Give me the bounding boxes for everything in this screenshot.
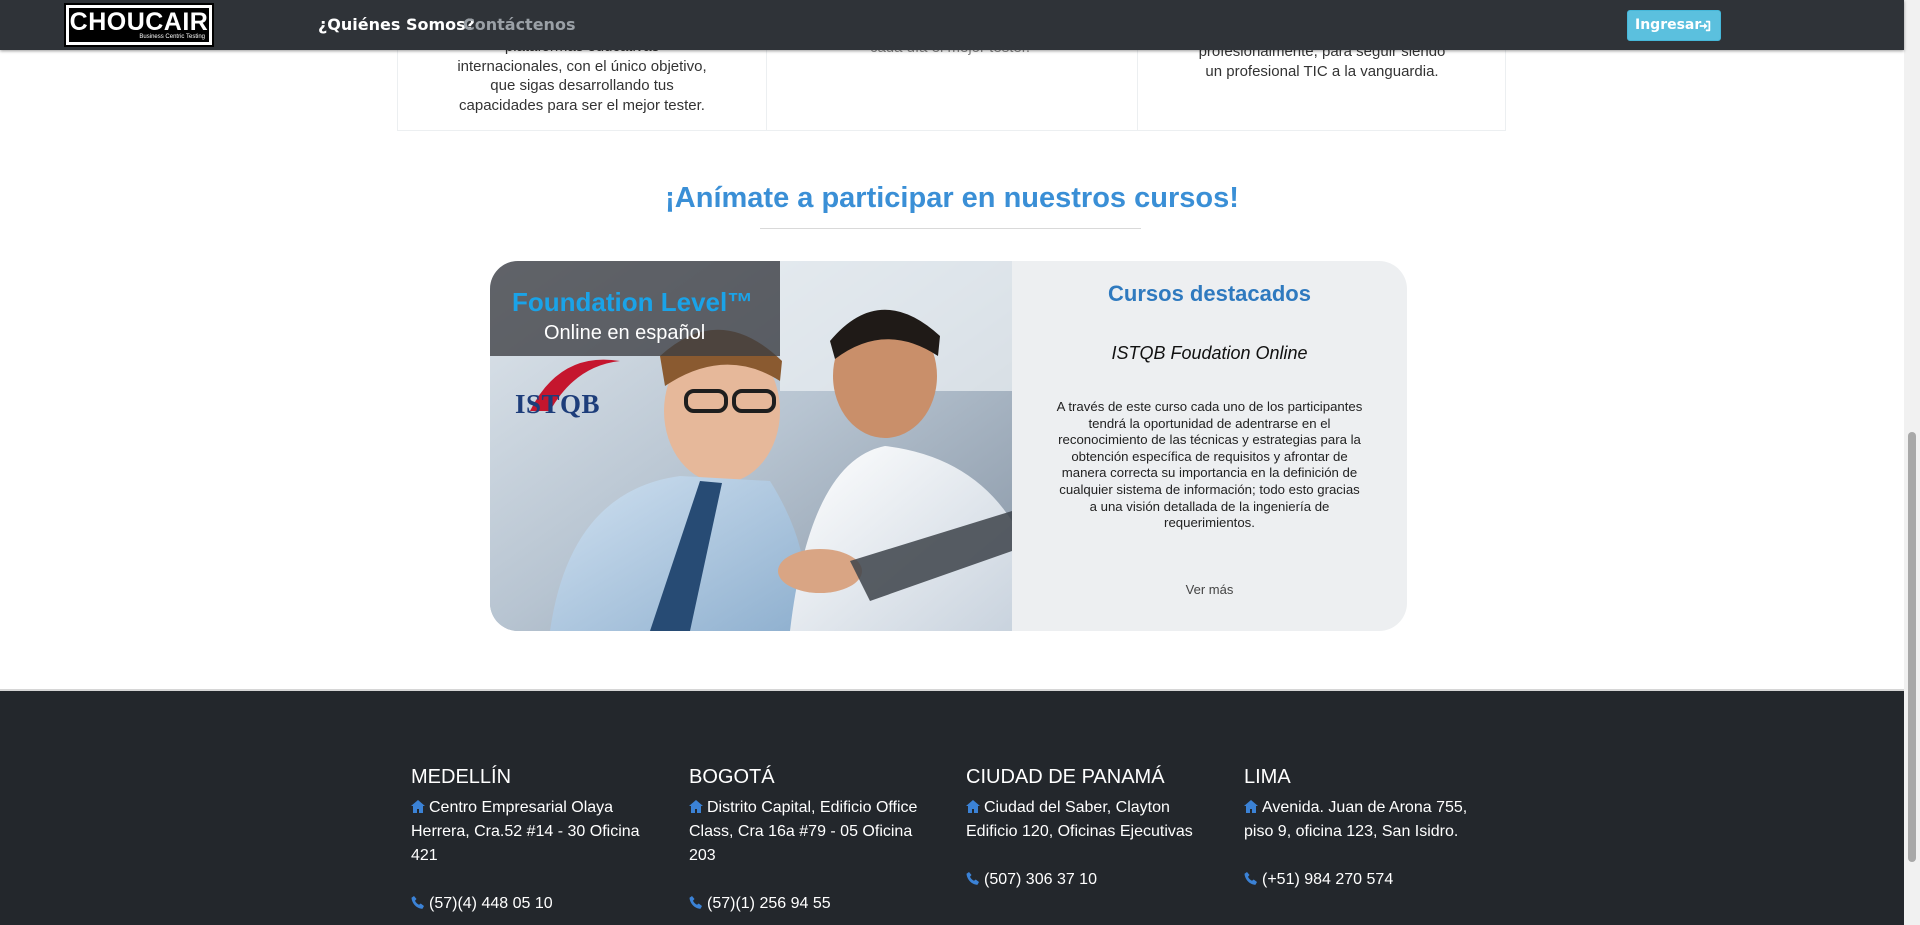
office-phone[interactable]: (+51) 984 270 574 bbox=[1244, 868, 1484, 892]
office-address-line: Centro Empresarial Olaya bbox=[411, 796, 651, 820]
logo-text: CHOUCAIR bbox=[69, 8, 209, 36]
choucair-logo[interactable]: CHOUCAIR Business Centric Testing bbox=[64, 3, 214, 47]
page-scrollbar[interactable] bbox=[1904, 0, 1920, 925]
nav-link-quienes-somos[interactable]: ¿Quiénes Somos? bbox=[318, 15, 475, 35]
description-line: a una visión detallada de la ingeniería … bbox=[1089, 498, 1330, 514]
office-address-line: Herrera, Cra.52 #14 - 30 Oficina bbox=[411, 823, 640, 840]
phone-icon bbox=[411, 896, 424, 909]
title-divider bbox=[760, 228, 1141, 229]
address-text: Ciudad del Saber, Clayton bbox=[984, 799, 1170, 816]
office-city: MEDELLÍN bbox=[411, 766, 512, 788]
description-line: manera correcta su importancia en la def… bbox=[1061, 465, 1358, 481]
see-more-link[interactable]: Ver más bbox=[1012, 581, 1407, 599]
office-address-line: Ciudad del Saber, Clayton bbox=[966, 796, 1206, 820]
office-lima: LIMA Avenida. Juan de Arona 755, piso 9,… bbox=[1244, 765, 1484, 892]
courses-section-title: ¡Anímate a participar en nuestros cursos… bbox=[665, 182, 1239, 214]
office-medellin: MEDELLÍN Centro Empresarial Olaya Herrer… bbox=[411, 765, 651, 916]
description-line: cualquier sistema de información; todo e… bbox=[1059, 481, 1360, 497]
phone-text: (+51) 984 270 574 bbox=[1262, 871, 1394, 888]
home-icon bbox=[966, 800, 980, 813]
login-button[interactable]: Ingresar bbox=[1627, 10, 1721, 41]
office-phone[interactable]: (507) 306 37 10 bbox=[966, 868, 1206, 892]
office-address-line: 421 bbox=[411, 847, 438, 864]
description-line: reconocimiento de las técnicas y estrate… bbox=[1058, 432, 1361, 448]
footer: MEDELLÍN Centro Empresarial Olaya Herrer… bbox=[0, 689, 1904, 925]
phone-icon bbox=[966, 872, 979, 885]
phone-text: (57)(1) 256 94 55 bbox=[707, 895, 831, 912]
course-image-banner: Foundation Level™ Online en español bbox=[490, 261, 780, 356]
office-city: BOGOTÁ bbox=[689, 766, 775, 788]
address-text: Distrito Capital, Edificio Office bbox=[707, 799, 918, 816]
office-phone[interactable]: (57)(4) 448 05 10 bbox=[411, 892, 651, 916]
logo-background: CHOUCAIR Business Centric Testing bbox=[69, 8, 209, 42]
foundation-level-subtitle: Online en español bbox=[544, 322, 706, 344]
card-line: un profesional TIC a la vanguardia. bbox=[1205, 62, 1439, 80]
featured-course-card: Foundation Level™ Online en español ISTQ… bbox=[490, 261, 1407, 631]
home-icon bbox=[1244, 800, 1258, 813]
foundation-level-title: Foundation Level™ bbox=[512, 287, 754, 317]
office-panama: CIUDAD DE PANAMÁ Ciudad del Saber, Clayt… bbox=[966, 765, 1206, 892]
course-info-panel: Cursos destacados ISTQB Foudation Online… bbox=[1012, 261, 1407, 631]
scrollbar-thumb[interactable] bbox=[1908, 432, 1916, 862]
description-line: tendrá la oportunidad de adentrarse en e… bbox=[1088, 415, 1331, 431]
office-phone[interactable]: (57)(1) 256 94 55 bbox=[689, 892, 929, 916]
office-city: CIUDAD DE PANAMÁ bbox=[966, 766, 1165, 788]
phone-text: (507) 306 37 10 bbox=[984, 871, 1097, 888]
nav-link-contactenos[interactable]: Contáctenos bbox=[463, 15, 575, 35]
office-address-line: Class, Cra 16a #79 - 05 Oficina 203 bbox=[689, 823, 913, 864]
home-icon bbox=[689, 800, 703, 813]
istqb-logo: ISTQB bbox=[515, 389, 601, 419]
phone-text: (57)(4) 448 05 10 bbox=[429, 895, 553, 912]
logo-tagline: Business Centric Testing bbox=[139, 34, 205, 40]
office-city: LIMA bbox=[1244, 766, 1291, 788]
description-line: A través de este curso cada uno de los p… bbox=[1056, 399, 1363, 414]
card-line: internacionales, con el único objetivo, bbox=[457, 57, 707, 75]
address-text: Avenida. Juan de Arona 755, bbox=[1262, 799, 1468, 816]
office-address-line: piso 9, oficina 123, San Isidro. bbox=[1244, 823, 1459, 840]
phone-icon bbox=[1244, 872, 1257, 885]
home-icon bbox=[411, 800, 425, 813]
card-line: capacidades para ser el mejor tester. bbox=[459, 96, 705, 114]
description-line: obtención específica de requisitos y afr… bbox=[1071, 448, 1348, 464]
office-address-line: Distrito Capital, Edificio Office bbox=[689, 796, 929, 820]
sign-in-icon bbox=[1699, 20, 1711, 32]
phone-icon bbox=[689, 896, 702, 909]
course-name: ISTQB Foudation Online bbox=[1111, 343, 1308, 363]
card-line: que sigas desarrollando tus bbox=[490, 77, 674, 94]
course-image[interactable]: Foundation Level™ Online en español ISTQ… bbox=[490, 261, 1012, 631]
office-address-line: Avenida. Juan de Arona 755, bbox=[1244, 796, 1484, 820]
featured-courses-heading: Cursos destacados bbox=[1108, 281, 1311, 306]
description-line: requerimientos. bbox=[1164, 515, 1255, 531]
top-navbar: CHOUCAIR Business Centric Testing ¿Quién… bbox=[0, 0, 1904, 50]
office-address-line: Edificio 120, Oficinas Ejecutivas bbox=[966, 823, 1193, 840]
address-text: Centro Empresarial Olaya bbox=[429, 799, 614, 816]
course-description: A través de este curso cada uno de los p… bbox=[1047, 399, 1372, 532]
login-button-label: Ingresar bbox=[1635, 17, 1702, 33]
office-bogota: BOGOTÁ Distrito Capital, Edificio Office… bbox=[689, 765, 929, 916]
